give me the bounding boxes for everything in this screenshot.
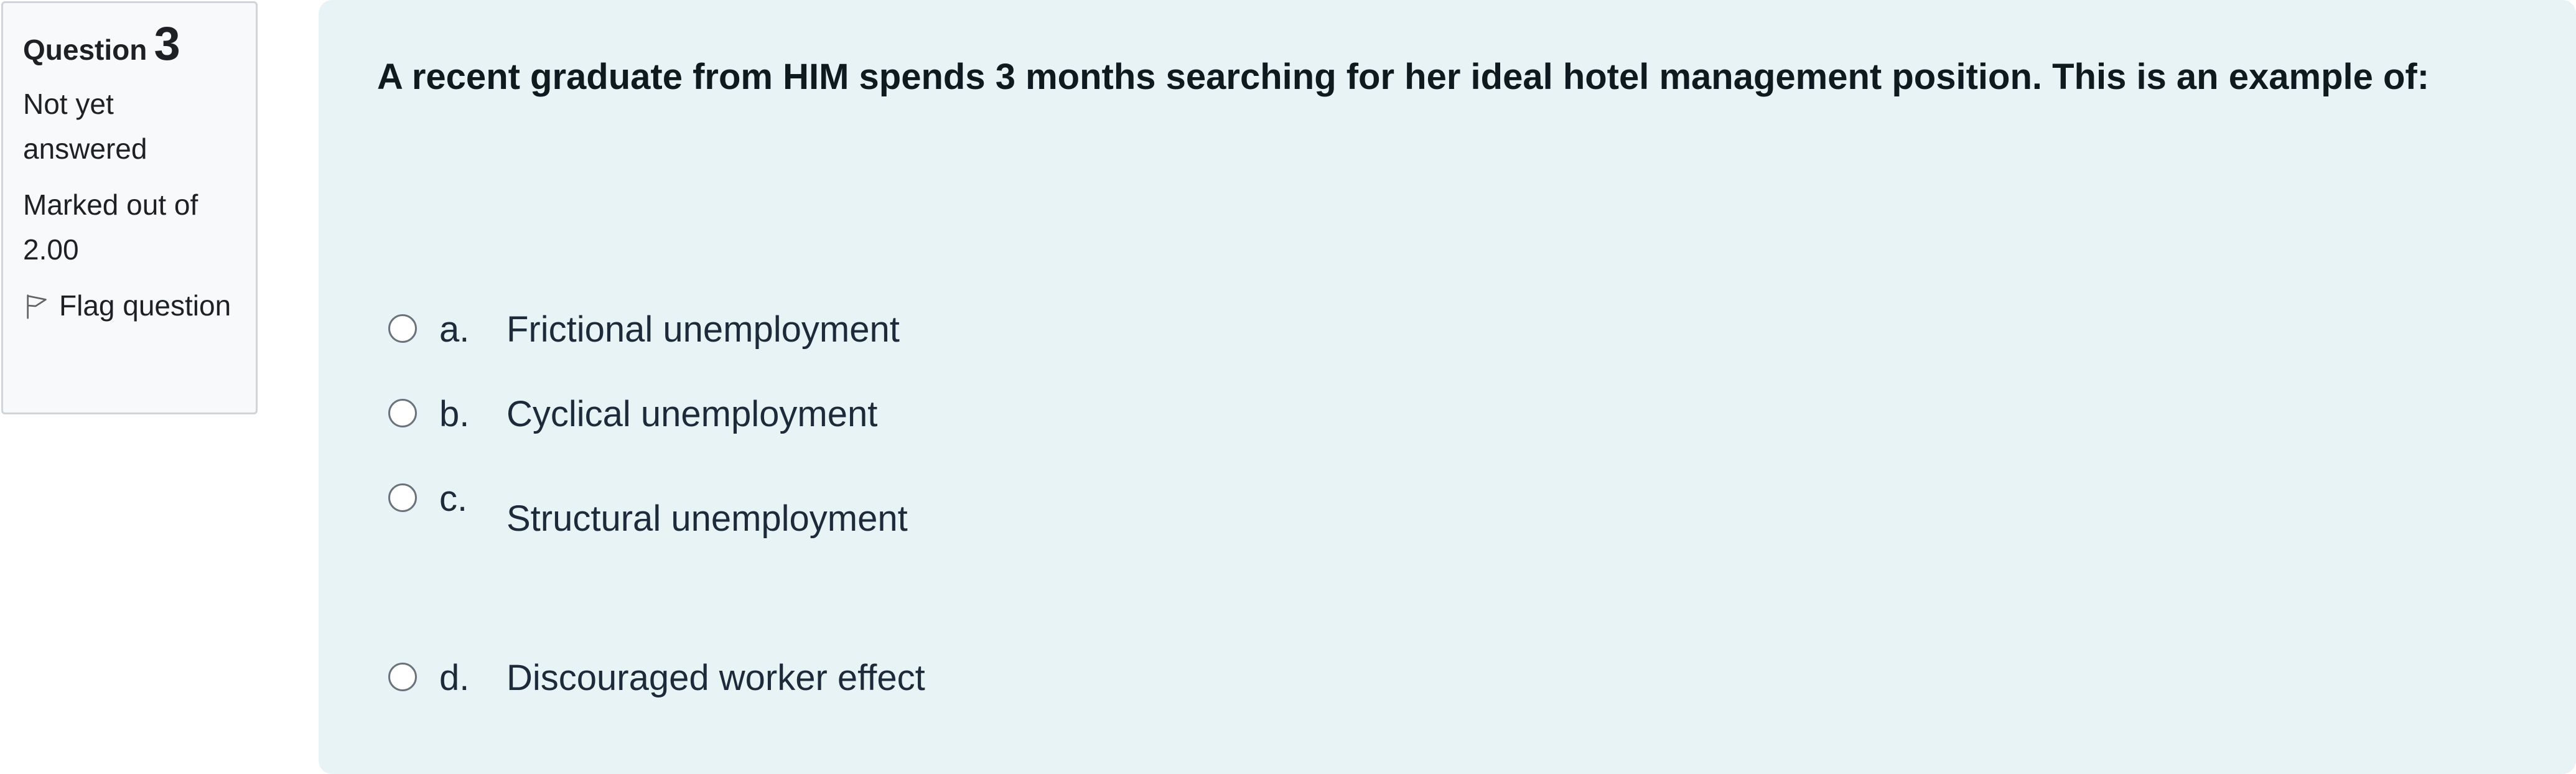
answer-option-text[interactable]: Frictional unemployment xyxy=(506,307,900,352)
answer-option-letter: a. xyxy=(439,309,470,350)
answer-option-letter: d. xyxy=(439,658,470,698)
flag-question-link[interactable]: Flag question xyxy=(23,283,236,328)
question-grade: Marked out of 2.00 xyxy=(23,189,198,266)
answer-option-text[interactable]: Structural unemployment xyxy=(506,497,908,541)
radio-unchecked-icon[interactable] xyxy=(388,663,417,691)
radio-unchecked-icon[interactable] xyxy=(388,314,417,343)
radio-unchecked-icon[interactable] xyxy=(388,483,417,512)
answer-option-b[interactable]: b. Cyclical unemployment xyxy=(388,392,877,437)
answer-option-c[interactable]: c. Structural unemployment xyxy=(388,477,908,541)
question-info: Question 3 Not yet answered Marked out o… xyxy=(1,1,258,414)
flag-icon xyxy=(27,294,47,319)
question-state: Not yet answered xyxy=(23,88,147,165)
question-label: Question xyxy=(23,34,147,66)
answer-option-d[interactable]: d. Discouraged worker effect xyxy=(388,656,925,701)
question-heading: Question 3 xyxy=(23,21,236,68)
answer-option-letter: c. xyxy=(439,478,468,519)
question-text: A recent graduate from HIM spends 3 mont… xyxy=(377,57,2430,97)
answer-option-a[interactable]: a. Frictional unemployment xyxy=(388,307,900,352)
answer-option-letter: b. xyxy=(439,394,470,434)
answer-option-text[interactable]: Discouraged worker effect xyxy=(506,656,925,701)
flag-question-label: Flag question xyxy=(59,289,231,322)
question-panel: A recent graduate from HIM spends 3 mont… xyxy=(319,0,2576,774)
question-number: 3 xyxy=(154,17,180,70)
answer-option-text[interactable]: Cyclical unemployment xyxy=(506,392,877,437)
radio-unchecked-icon[interactable] xyxy=(388,399,417,427)
